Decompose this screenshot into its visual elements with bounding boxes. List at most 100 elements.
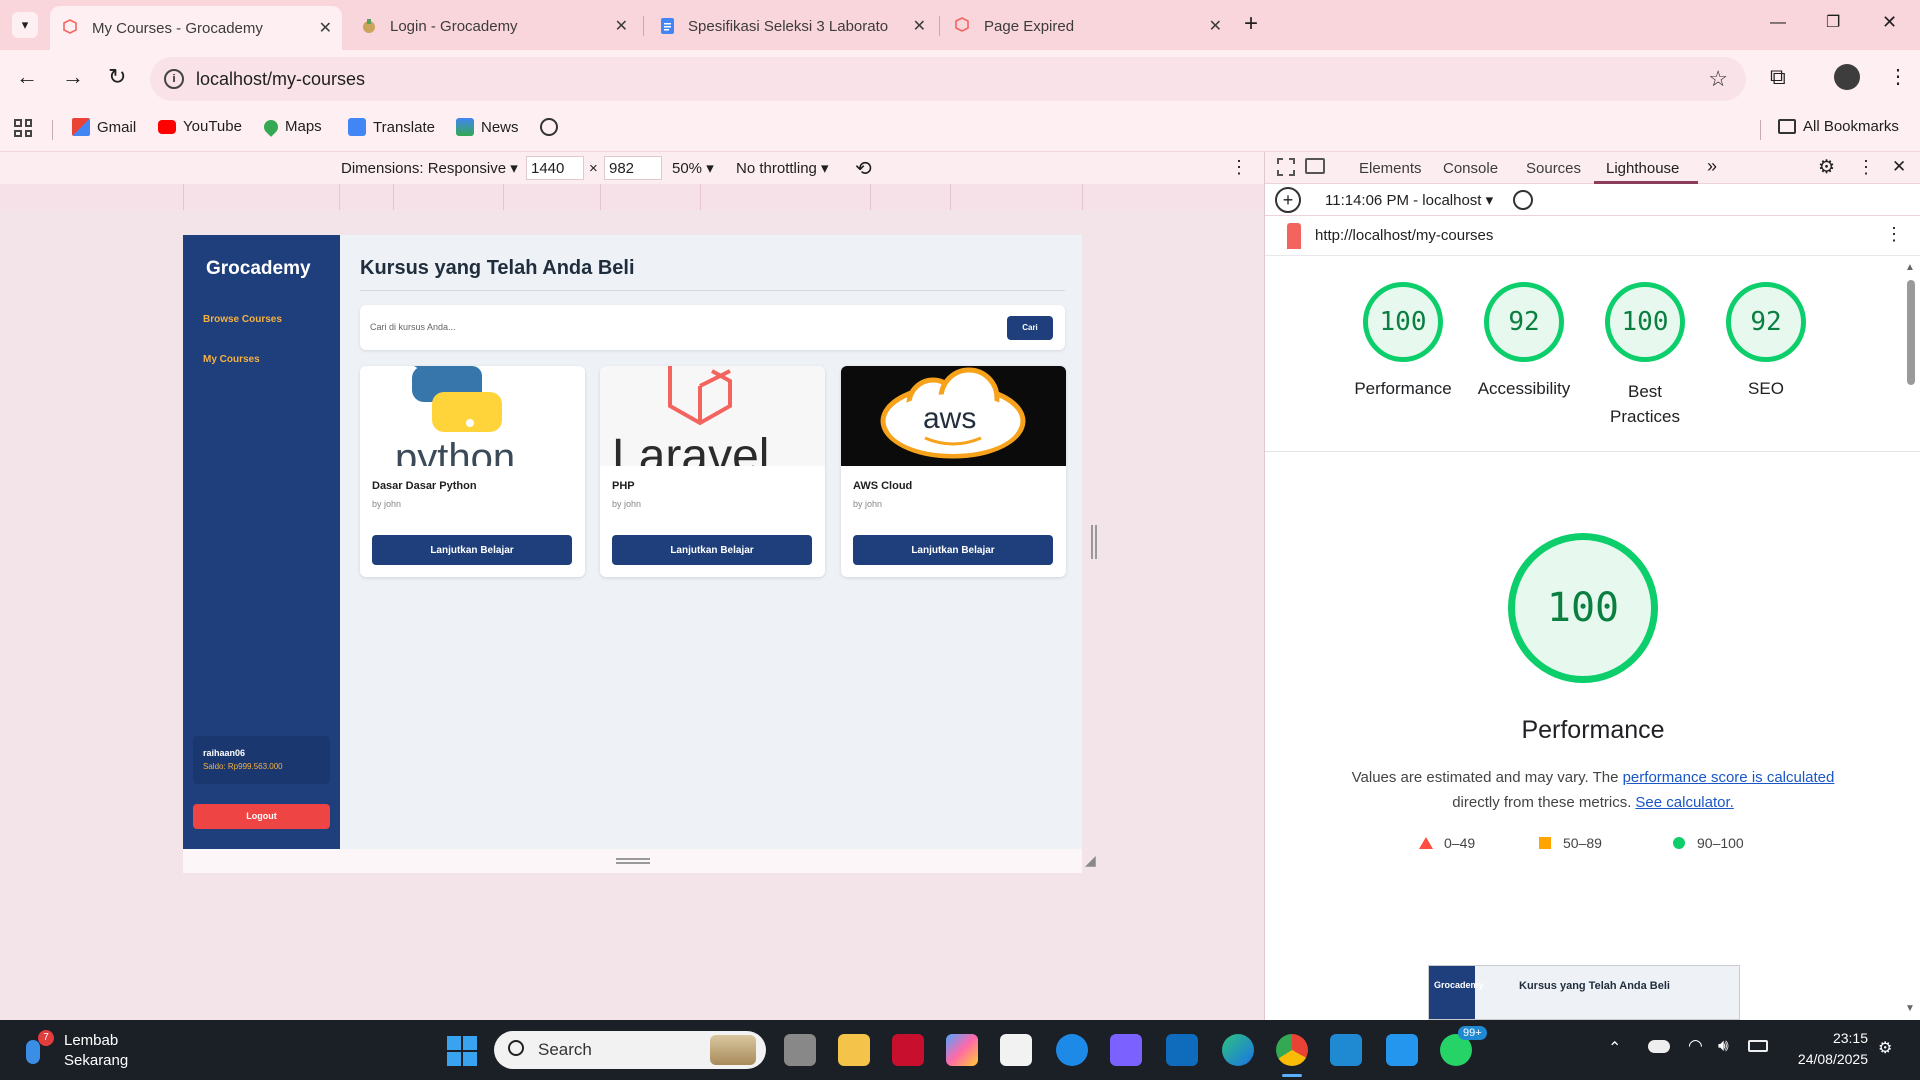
extensions-icon[interactable]: ⧉: [1770, 64, 1786, 90]
score-gauge-performance[interactable]: 100: [1363, 282, 1443, 362]
tab-close-icon[interactable]: ✕: [913, 16, 926, 36]
continue-learning-button[interactable]: Lanjutkan Belajar: [853, 535, 1053, 565]
new-tab-icon[interactable]: +: [1244, 10, 1258, 38]
site-info-icon[interactable]: i: [164, 69, 184, 89]
search-input[interactable]: Cari di kursus Anda...: [370, 322, 970, 332]
chrome-icon[interactable]: [1276, 1034, 1308, 1066]
tab-my-courses[interactable]: My Courses - Grocademy ✕: [50, 6, 342, 50]
address-bar[interactable]: i localhost/my-courses ☆: [150, 57, 1746, 101]
onedrive-icon[interactable]: [1648, 1040, 1670, 1053]
resize-corner-icon[interactable]: ◢: [1085, 852, 1096, 869]
see-calculator-link[interactable]: See calculator.: [1635, 794, 1733, 811]
report-menu-icon[interactable]: ⋮: [1885, 224, 1903, 245]
restore-icon[interactable]: ❐: [1826, 12, 1840, 32]
store-icon[interactable]: [1000, 1034, 1032, 1066]
help-icon[interactable]: [1056, 1034, 1088, 1066]
back-icon[interactable]: ←: [16, 64, 38, 90]
report-select[interactable]: 11:14:06 PM - localhost ▾: [1325, 191, 1493, 209]
logout-button[interactable]: Logout: [193, 804, 330, 829]
edge-icon[interactable]: [1222, 1034, 1254, 1066]
devtools-close-icon[interactable]: ✕: [1892, 157, 1906, 177]
bookmark-youtube[interactable]: YouTube: [158, 118, 242, 135]
forward-icon[interactable]: →: [62, 64, 84, 90]
score-gauge-accessibility[interactable]: 92: [1484, 282, 1564, 362]
more-tabs-icon[interactable]: »: [1707, 156, 1717, 177]
tab-spesifikasi[interactable]: Spesifikasi Seleksi 3 Laboratorium ✕: [646, 8, 936, 44]
clear-icon[interactable]: [1513, 190, 1533, 210]
height-input[interactable]: 982: [604, 156, 662, 180]
resize-handle-right[interactable]: [1091, 525, 1097, 559]
tab-sources[interactable]: Sources: [1526, 160, 1581, 177]
search-button[interactable]: Cari: [1007, 316, 1053, 340]
clock-time[interactable]: 23:15: [1828, 1030, 1868, 1046]
continue-learning-button[interactable]: Lanjutkan Belajar: [372, 535, 572, 565]
sidebar-item-my-courses[interactable]: My Courses: [203, 354, 260, 365]
clock-date[interactable]: 24/08/2025: [1786, 1051, 1868, 1067]
start-button[interactable]: [447, 1036, 477, 1066]
copilot-icon[interactable]: [946, 1034, 978, 1066]
tab-login[interactable]: Login - Grocademy ✕: [348, 8, 638, 44]
width-input[interactable]: 1440: [526, 156, 584, 180]
continue-learning-button[interactable]: Lanjutkan Belajar: [612, 535, 812, 565]
tab-elements[interactable]: Elements: [1359, 160, 1422, 177]
scroll-down-icon[interactable]: ▼: [1905, 1003, 1915, 1014]
performance-note: Values are estimated and may vary. The p…: [1305, 765, 1881, 815]
tab-close-icon[interactable]: ✕: [615, 16, 628, 36]
profile-avatar[interactable]: [1834, 64, 1860, 90]
devtools-menu-icon[interactable]: ⋮: [1857, 157, 1875, 178]
minimize-icon[interactable]: —: [1770, 14, 1786, 32]
media-query-ruler[interactable]: [0, 184, 1264, 210]
score-calculated-link[interactable]: performance score is calculated: [1623, 769, 1835, 786]
reload-icon[interactable]: ↻: [108, 64, 126, 90]
bookmark-news[interactable]: News: [456, 118, 519, 136]
bookmark-gmail[interactable]: Gmail: [72, 118, 136, 136]
tab-search-button[interactable]: ▾: [12, 12, 38, 38]
brand-logo[interactable]: Grocademy: [206, 258, 311, 280]
tab-page-expired[interactable]: Page Expired ✕: [942, 8, 1232, 44]
menu-icon[interactable]: ⋮: [1888, 64, 1908, 89]
settings-gear-icon[interactable]: ⚙: [1818, 156, 1835, 179]
scrollbar[interactable]: [1907, 280, 1915, 385]
tab-lighthouse[interactable]: Lighthouse: [1606, 160, 1679, 177]
window-close-icon[interactable]: ✕: [1882, 12, 1897, 33]
vscode-icon[interactable]: [1330, 1034, 1362, 1066]
tab-close-icon[interactable]: ✕: [319, 18, 332, 38]
new-report-icon[interactable]: +: [1275, 187, 1301, 213]
report-url[interactable]: http://localhost/my-courses: [1315, 227, 1493, 244]
mcafee-icon[interactable]: [892, 1034, 924, 1066]
sidebar-item-browse-courses[interactable]: Browse Courses: [203, 314, 282, 325]
tab-close-icon[interactable]: ✕: [1209, 16, 1222, 36]
apps-icon[interactable]: [14, 119, 32, 137]
bookmark-globe[interactable]: [540, 118, 565, 136]
outlook-icon[interactable]: [1166, 1034, 1198, 1066]
resize-handle-bottom[interactable]: [616, 858, 650, 864]
rotate-icon[interactable]: ⟲: [855, 156, 872, 181]
score-gauge-seo[interactable]: 92: [1726, 282, 1806, 362]
weather-widget[interactable]: 7 Lembab Sekarang: [22, 1030, 152, 1072]
device-toggle-icon[interactable]: [1305, 158, 1325, 174]
clipchamp-icon[interactable]: [1110, 1034, 1142, 1066]
inspect-element-icon[interactable]: [1277, 158, 1295, 176]
device-menu-icon[interactable]: ⋮: [1230, 157, 1248, 178]
bookmark-star-icon[interactable]: ☆: [1708, 66, 1728, 92]
dimensions-select[interactable]: Dimensions: Responsive ▾: [341, 159, 518, 177]
url-text[interactable]: localhost/my-courses: [196, 69, 365, 90]
tab-console[interactable]: Console: [1443, 160, 1498, 177]
volume-icon[interactable]: 🔊︎: [1718, 1036, 1729, 1056]
taskbar-search[interactable]: Search: [494, 1031, 766, 1069]
screenshot-thumbnail[interactable]: Grocademy Kursus yang Telah Anda Beli: [1428, 965, 1740, 1020]
bookmark-maps[interactable]: Maps: [261, 116, 322, 137]
notifications-icon[interactable]: ⚙: [1878, 1038, 1892, 1058]
scroll-up-icon[interactable]: ▲: [1905, 262, 1915, 273]
zoom-select[interactable]: 50% ▾: [672, 159, 714, 177]
bookmark-translate[interactable]: Translate: [348, 118, 435, 136]
file-explorer-icon[interactable]: [838, 1034, 870, 1066]
throttling-select[interactable]: No throttling ▾: [736, 159, 829, 177]
task-view-icon[interactable]: [784, 1034, 816, 1066]
docker-icon[interactable]: [1386, 1034, 1418, 1066]
all-bookmarks[interactable]: All Bookmarks: [1778, 118, 1899, 135]
wifi-icon[interactable]: ◠: [1688, 1036, 1703, 1056]
battery-icon[interactable]: [1748, 1040, 1768, 1052]
show-hidden-icons[interactable]: ⌃: [1608, 1038, 1621, 1058]
score-gauge-best-practices[interactable]: 100: [1605, 282, 1685, 362]
